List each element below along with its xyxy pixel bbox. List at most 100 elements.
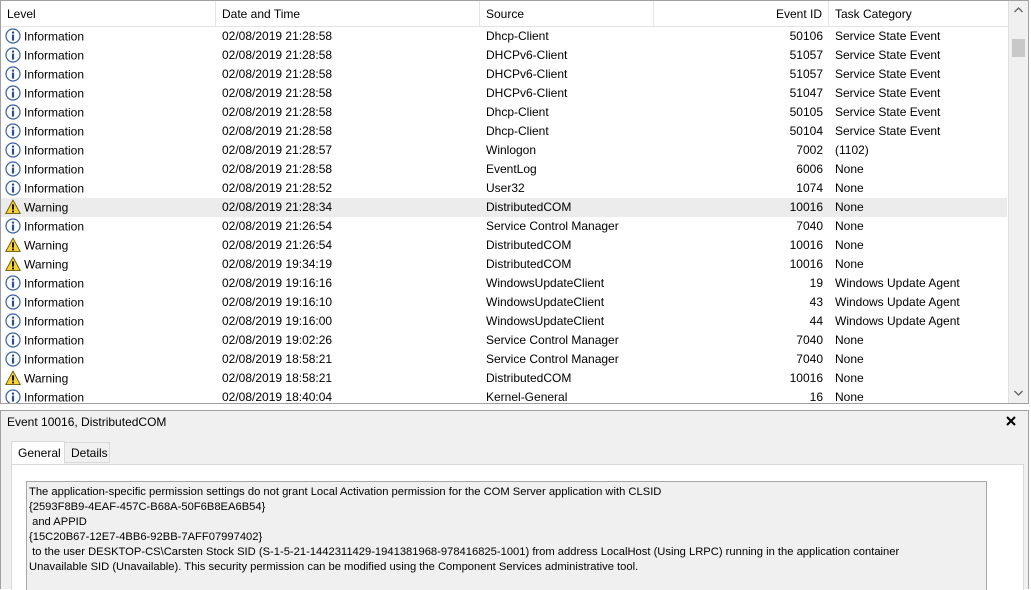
- cell-task-category: None: [835, 371, 864, 385]
- scrollbar-thumb[interactable]: [1012, 39, 1025, 57]
- cell-event-id: 19: [809, 276, 823, 290]
- cell-source: DistributedCOM: [486, 200, 572, 214]
- vertical-scrollbar[interactable]: [1008, 1, 1028, 403]
- cell-event-id: 10016: [789, 371, 823, 385]
- information-icon: [5, 294, 21, 310]
- tab-general[interactable]: General: [11, 441, 65, 464]
- cell-date: 02/08/2019 21:28:58: [222, 86, 333, 100]
- table-row[interactable]: Information 02/08/2019 18:58:21 Service Co…: [1, 350, 1007, 369]
- column-header-task-category[interactable]: Task Category: [829, 1, 1009, 26]
- cell-event-id: 1074: [796, 181, 823, 195]
- level-label: Information: [24, 29, 85, 44]
- cell-event-id: 51057: [789, 67, 823, 81]
- cell-task-category: Windows Update Agent: [835, 314, 960, 328]
- column-header-level[interactable]: Level: [1, 1, 216, 26]
- cell-level: Information: [5, 274, 210, 293]
- chevron-up-icon[interactable]: [1009, 2, 1028, 19]
- cell-date: 02/08/2019 21:26:54: [222, 219, 333, 233]
- information-icon: [5, 85, 21, 101]
- event-list[interactable]: Level Date and Time Source Event ID Task…: [0, 0, 1029, 404]
- column-header-event-id[interactable]: Event ID: [654, 1, 829, 26]
- level-label: Information: [24, 219, 85, 234]
- information-icon: [5, 28, 21, 44]
- description-line: and APPID: [29, 516, 87, 528]
- level-label: Information: [24, 314, 85, 329]
- cell-source: DHCPv6-Client: [486, 48, 568, 62]
- table-row[interactable]: Warning 02/08/2019 21:26:54 DistributedCOM…: [1, 236, 1007, 255]
- table-row[interactable]: Information 02/08/2019 21:28:58 EventLog 60…: [1, 160, 1007, 179]
- cell-level: Information: [5, 312, 210, 331]
- cell-source: WindowsUpdateClient: [486, 314, 605, 328]
- table-row[interactable]: Information 02/08/2019 21:28:52 User32 1074…: [1, 179, 1007, 198]
- cell-date: 02/08/2019 21:28:58: [222, 48, 333, 62]
- level-label: Information: [24, 181, 85, 196]
- information-icon: [5, 104, 21, 120]
- table-row[interactable]: Information 02/08/2019 21:28:58 Dhcp-Clien…: [1, 103, 1007, 122]
- chevron-down-icon[interactable]: [1009, 385, 1028, 402]
- cell-level: Information: [5, 331, 210, 350]
- table-row[interactable]: Information 02/08/2019 21:28:57 Winlogon 70…: [1, 141, 1007, 160]
- cell-date: 02/08/2019 21:28:58: [222, 162, 333, 176]
- cell-task-category: Service State Event: [835, 86, 941, 100]
- table-row[interactable]: Warning 02/08/2019 19:34:19 DistributedCOM…: [1, 255, 1007, 274]
- table-row[interactable]: Information 02/08/2019 21:28:58 DHCPv6-Cli…: [1, 84, 1007, 103]
- table-row[interactable]: Information 02/08/2019 21:28:58 Dhcp-Clien…: [1, 27, 1007, 46]
- level-label: Information: [24, 295, 85, 310]
- table-row[interactable]: Information 02/08/2019 18:40:04 Kernel-Gen…: [1, 388, 1007, 404]
- level-label: Information: [24, 352, 85, 367]
- level-label: Information: [24, 105, 85, 120]
- description-line: Unavailable SID (Unavailable). This secu…: [29, 561, 639, 573]
- cell-task-category: None: [835, 181, 864, 195]
- description-line: to the user DESKTOP-CS\Carsten Stock SID…: [29, 546, 900, 558]
- cell-source: Dhcp-Client: [486, 124, 549, 138]
- cell-task-category: None: [835, 257, 864, 271]
- cell-date: 02/08/2019 19:34:19: [222, 257, 333, 271]
- cell-event-id: 16: [809, 390, 823, 404]
- table-row[interactable]: Information 02/08/2019 19:02:26 Service Co…: [1, 331, 1007, 350]
- cell-level: Information: [5, 103, 210, 122]
- description-line: {15C20B67-12E7-4BB6-92BB-7AFF07997402}: [29, 531, 263, 543]
- level-label: Warning: [24, 238, 69, 253]
- table-row[interactable]: Warning 02/08/2019 21:28:34 DistributedCOM…: [1, 198, 1007, 217]
- cell-source: Service Control Manager: [486, 333, 619, 347]
- cell-source: User32: [486, 181, 525, 195]
- table-row[interactable]: Information 02/08/2019 19:16:10 WindowsUpd…: [1, 293, 1007, 312]
- cell-task-category: None: [835, 200, 864, 214]
- information-icon: [5, 351, 21, 367]
- cell-level: Information: [5, 179, 210, 198]
- cell-task-category: (1102): [835, 143, 869, 157]
- event-description[interactable]: The application-specific permission sett…: [26, 481, 987, 590]
- level-label: Warning: [24, 371, 69, 386]
- table-row[interactable]: Information 02/08/2019 19:16:16 WindowsUpd…: [1, 274, 1007, 293]
- cell-level: Information: [5, 293, 210, 312]
- information-icon: [5, 332, 21, 348]
- cell-date: 02/08/2019 21:28:34: [222, 200, 333, 214]
- cell-task-category: Windows Update Agent: [835, 295, 960, 309]
- tab-details[interactable]: Details: [65, 442, 110, 463]
- cell-date: 02/08/2019 19:16:16: [222, 276, 333, 290]
- information-icon: [5, 47, 21, 63]
- cell-level: Information: [5, 122, 210, 141]
- cell-event-id: 51047: [789, 86, 823, 100]
- cell-level: Information: [5, 160, 210, 179]
- cell-event-id: 7040: [796, 219, 823, 233]
- table-row[interactable]: Information 02/08/2019 21:28:58 Dhcp-Clien…: [1, 122, 1007, 141]
- cell-event-id: 10016: [789, 238, 823, 252]
- table-row[interactable]: Warning 02/08/2019 18:58:21 DistributedCOM…: [1, 369, 1007, 388]
- information-icon: [5, 218, 21, 234]
- cell-level: Warning: [5, 236, 210, 255]
- table-row[interactable]: Information 02/08/2019 21:26:54 Service Co…: [1, 217, 1007, 236]
- warning-icon: [5, 199, 21, 215]
- close-icon[interactable]: [1004, 414, 1018, 428]
- column-header-date[interactable]: Date and Time: [216, 1, 480, 26]
- table-row[interactable]: Information 02/08/2019 19:16:00 WindowsUpd…: [1, 312, 1007, 331]
- cell-date: 02/08/2019 21:28:58: [222, 67, 333, 81]
- cell-level: Information: [5, 350, 210, 369]
- cell-level: Information: [5, 46, 210, 65]
- column-header-source[interactable]: Source: [480, 1, 654, 26]
- table-row[interactable]: Information 02/08/2019 21:28:58 DHCPv6-Cli…: [1, 65, 1007, 84]
- cell-event-id: 50106: [789, 29, 823, 43]
- table-row[interactable]: Information 02/08/2019 21:28:58 DHCPv6-Cli…: [1, 46, 1007, 65]
- level-label: Information: [24, 124, 85, 139]
- level-label: Information: [24, 86, 85, 101]
